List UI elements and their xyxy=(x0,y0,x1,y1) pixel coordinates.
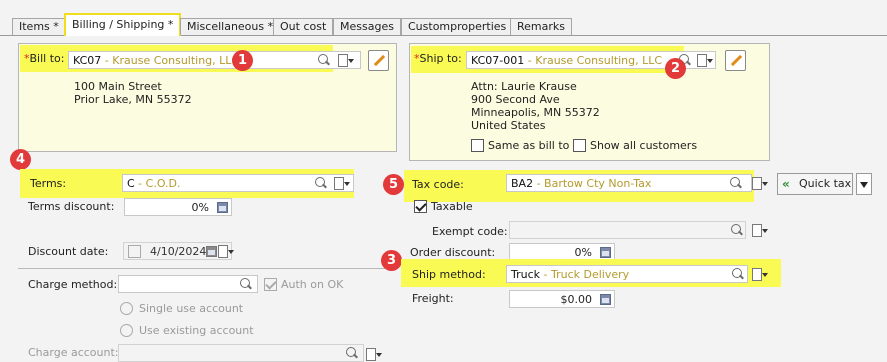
lookup-dropdown-icon[interactable] xyxy=(696,54,713,67)
tab-messages[interactable]: Messages xyxy=(333,18,401,35)
bill-to-address-line2: Prior Lake, MN 55372 xyxy=(74,93,192,106)
calculator-icon[interactable] xyxy=(217,202,228,213)
auth-on-ok-checkbox[interactable] xyxy=(264,278,277,291)
tax-code-label: Tax code: xyxy=(412,178,464,191)
terms-discount-value: 0% xyxy=(191,201,209,214)
calculator-icon[interactable] xyxy=(600,247,611,258)
double-chevron-left-icon: « xyxy=(782,177,790,191)
tab-out-cost[interactable]: Out cost xyxy=(273,18,334,35)
discount-date-label: Discount date: xyxy=(28,245,109,258)
tab-items[interactable]: Items * xyxy=(12,18,66,35)
ship-to-code: KC07-001 xyxy=(471,54,525,67)
freight-field[interactable]: $0.00 xyxy=(509,290,615,308)
calculator-icon[interactable] xyxy=(600,294,611,305)
ship-to-address-line4: United States xyxy=(471,119,546,132)
charge-method-label: Charge method: xyxy=(28,278,118,291)
search-icon[interactable] xyxy=(317,53,331,67)
ship-method-label: Ship method: xyxy=(412,268,486,281)
tab-customproperties[interactable]: Customproperties xyxy=(401,18,514,35)
discount-date-checkbox[interactable] xyxy=(128,245,141,258)
quick-tax-button[interactable]: « Quick tax xyxy=(777,173,853,195)
exempt-code-label: Exempt code: xyxy=(432,225,508,238)
order-discount-value: 0% xyxy=(574,246,592,259)
terms-desc: - C.O.D. xyxy=(134,177,181,190)
callout-3: 3 xyxy=(381,250,402,271)
callout-1: 1 xyxy=(232,50,253,71)
lookup-dropdown-icon[interactable] xyxy=(337,54,354,67)
show-all-customers-label: Show all customers xyxy=(590,139,698,152)
terms-field[interactable]: C - C.O.D. xyxy=(122,174,354,192)
exempt-code-field[interactable] xyxy=(509,221,746,239)
bill-to-desc: - Krause Consulting, LLC xyxy=(101,54,240,67)
tab-remarks[interactable]: Remarks xyxy=(510,18,572,35)
single-use-account-radio[interactable] xyxy=(120,302,133,315)
ship-to-desc: - Krause Consulting, LLC xyxy=(524,54,663,67)
bill-to-code: KC07 xyxy=(73,54,102,67)
charge-account-field[interactable] xyxy=(118,344,364,362)
search-icon[interactable] xyxy=(729,176,743,190)
search-icon[interactable] xyxy=(345,346,359,360)
lookup-dropdown-icon[interactable] xyxy=(751,268,768,281)
quick-tax-dropdown[interactable] xyxy=(856,173,872,195)
quick-tax-label: Quick tax xyxy=(799,177,852,190)
tax-code-value: BA2 xyxy=(511,177,534,190)
date-dropdown-icon[interactable] xyxy=(217,245,234,258)
search-icon[interactable] xyxy=(730,223,744,237)
ship-to-address-line1: Attn: Laurie Krause xyxy=(471,80,577,93)
terms-discount-label: Terms discount: xyxy=(28,200,115,213)
calendar-icon[interactable] xyxy=(206,246,217,257)
single-use-account-label: Single use account xyxy=(139,302,244,315)
ship-method-field[interactable]: Truck - Truck Delivery xyxy=(506,265,748,283)
bill-to-label: *Bill to: xyxy=(24,52,65,65)
taxable-label: Taxable xyxy=(431,200,473,213)
order-discount-label: Order discount: xyxy=(410,246,496,259)
search-icon[interactable] xyxy=(314,176,328,190)
tax-code-desc: - Bartow Cty Non-Tax xyxy=(533,177,652,190)
terms-code: C xyxy=(127,177,135,190)
tab-bar: Items * Billing / Shipping * Miscellaneo… xyxy=(0,0,887,36)
auth-on-ok-label: Auth on OK xyxy=(281,278,344,291)
terms-label: Terms: xyxy=(30,177,67,190)
lookup-dropdown-icon[interactable] xyxy=(751,224,768,237)
callout-4: 4 xyxy=(10,149,31,170)
tab-miscellaneous[interactable]: Miscellaneous * xyxy=(180,18,281,35)
discount-date-value: 4/10/2024 xyxy=(150,245,207,258)
edit-bill-to-button[interactable] xyxy=(368,50,389,71)
lookup-dropdown-icon[interactable] xyxy=(751,177,768,190)
ship-method-code: Truck xyxy=(511,268,541,281)
bill-to-address-line1: 100 Main Street xyxy=(74,80,162,93)
edit-ship-to-button[interactable] xyxy=(725,50,746,71)
tax-code-field[interactable]: BA2 - Bartow Cty Non-Tax xyxy=(506,174,752,192)
use-existing-account-label: Use existing account xyxy=(139,324,254,337)
charge-account-label: Charge account: xyxy=(28,346,119,359)
charge-method-field[interactable] xyxy=(118,275,258,293)
tab-billing-shipping[interactable]: Billing / Shipping * xyxy=(64,13,182,36)
divider xyxy=(18,268,396,269)
freight-label: Freight: xyxy=(412,292,454,305)
ship-to-address-line3: Minneapolis, MN 55372 xyxy=(471,106,600,119)
search-icon[interactable] xyxy=(239,277,253,291)
ship-to-address-line2: 900 Second Ave xyxy=(471,93,560,106)
same-as-bill-to-checkbox[interactable] xyxy=(471,139,484,152)
bill-to-field[interactable]: KC07 - Krause Consulting, LLC xyxy=(68,51,361,69)
taxable-checkbox[interactable] xyxy=(414,200,427,213)
show-all-customers-checkbox[interactable] xyxy=(573,139,586,152)
freight-value: $0.00 xyxy=(560,293,593,306)
same-as-bill-to-label: Same as bill to xyxy=(488,139,570,152)
discount-date-field[interactable]: 4/10/2024 xyxy=(123,242,234,260)
ship-method-desc: - Truck Delivery xyxy=(540,268,630,281)
callout-5: 5 xyxy=(383,174,404,195)
search-icon[interactable] xyxy=(731,267,745,281)
use-existing-account-radio[interactable] xyxy=(120,324,133,337)
terms-discount-field[interactable]: 0% xyxy=(124,198,232,216)
ship-to-label: *Ship to: xyxy=(414,52,462,65)
lookup-dropdown-icon[interactable] xyxy=(365,348,382,361)
lookup-dropdown-icon[interactable] xyxy=(333,177,350,190)
callout-2: 2 xyxy=(665,58,686,79)
